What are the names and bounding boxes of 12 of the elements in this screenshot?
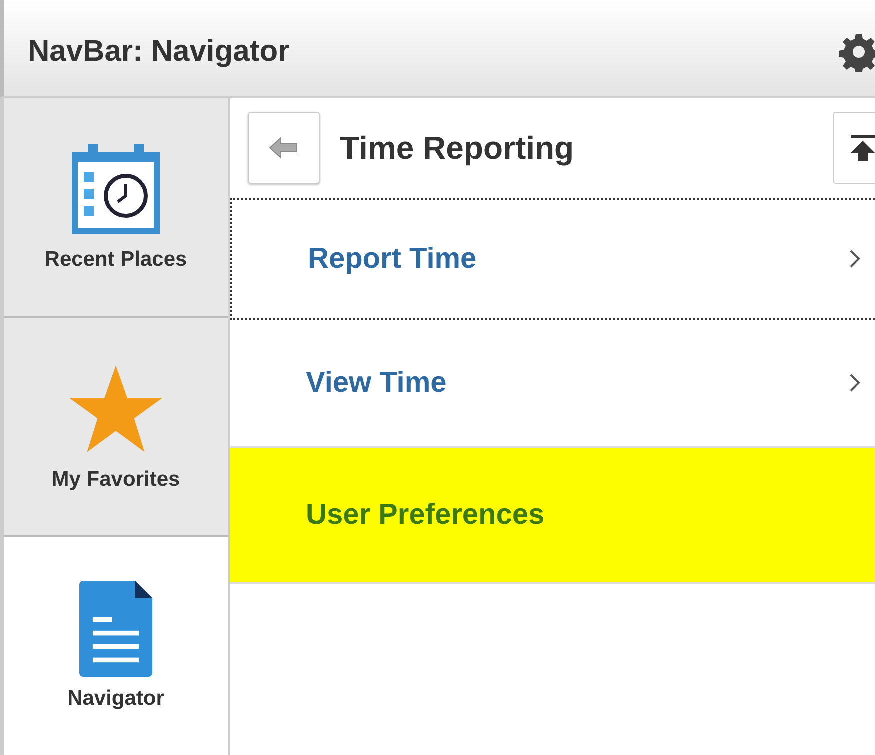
header-title: NavBar: Navigator [28,35,290,69]
sidebar-tab[interactable]: My Favorites [4,318,228,538]
menu-item[interactable]: User Preferences [230,448,875,584]
menu-item[interactable]: Report Time [230,198,875,320]
sidebar-tab[interactable]: Recent Places [4,98,228,318]
chevron-right-icon [849,373,861,393]
settings-icon[interactable] [839,32,875,72]
arrow-to-top-icon [848,133,875,163]
left-arrow-icon [269,136,299,160]
document-icon [78,581,154,678]
chevron-right-icon [849,249,861,269]
panel-title: Time Reporting [340,130,576,166]
